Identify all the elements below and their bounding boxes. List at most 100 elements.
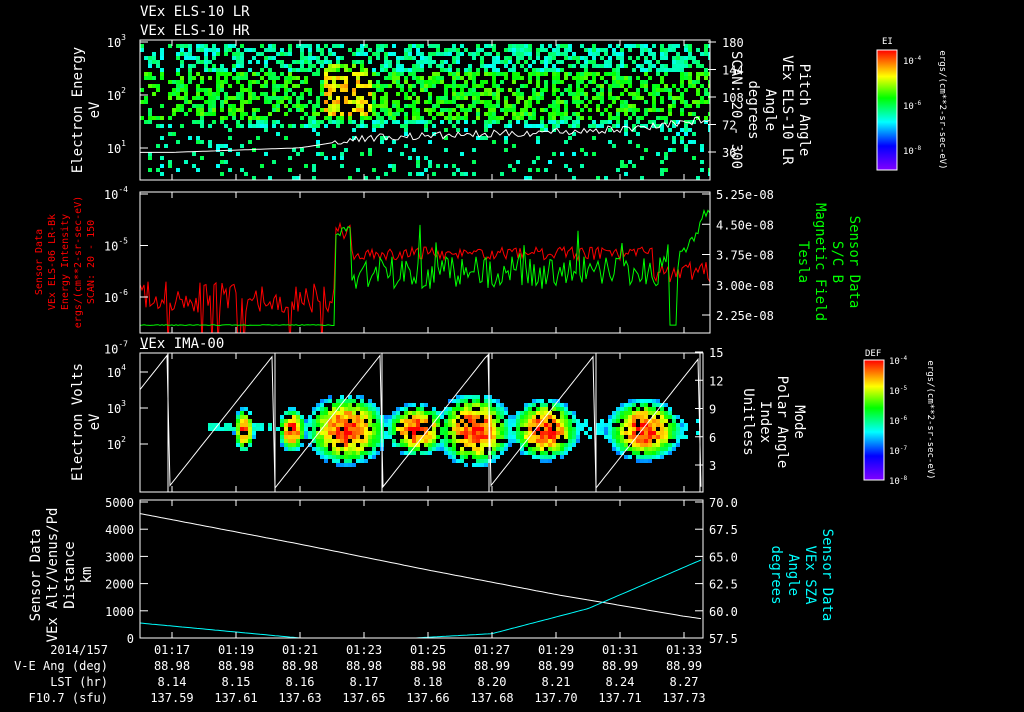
spectrogram-cell (224, 44, 228, 48)
spectrogram-cell (324, 459, 328, 463)
spectrogram-cell (356, 395, 360, 399)
spectrogram-cell (352, 423, 356, 427)
spectrogram-cell (168, 124, 172, 128)
spectrogram-cell (592, 48, 596, 52)
spectrogram-cell (632, 427, 636, 431)
spectrogram-cell (340, 447, 344, 451)
spectrogram-cell (656, 419, 660, 423)
spectrogram-cell (532, 116, 536, 120)
spectrogram-cell (352, 92, 356, 96)
spectrogram-cell (636, 108, 640, 112)
spectrogram-cell (552, 443, 556, 447)
spectrogram-cell (360, 423, 364, 427)
spectrogram-cell (300, 116, 304, 120)
spectrogram-cell (600, 112, 604, 116)
spectrogram-cell (352, 463, 356, 467)
spectrogram-cell (176, 72, 180, 76)
spectrogram-cell (444, 419, 448, 423)
spectrogram-cell (388, 423, 392, 427)
spectrogram-cell (384, 435, 388, 439)
spectrogram-cell (236, 423, 240, 427)
spectrogram-cell (348, 427, 352, 431)
spectrogram-cell (292, 415, 296, 419)
spectrogram-cell (532, 435, 536, 439)
spectrogram-cell (556, 423, 560, 427)
spectrogram-cell (368, 415, 372, 419)
spectrogram-cell (480, 431, 484, 435)
spectrogram-cell (320, 152, 324, 156)
spectrogram-cell (564, 443, 568, 447)
spectrogram-cell (696, 100, 700, 104)
colorbar-tick-label: 10-6 (903, 100, 921, 112)
spectrogram-cell (428, 96, 432, 100)
spectrogram-cell (520, 108, 524, 112)
y-tick-exponent: 4 (121, 363, 126, 372)
spectrogram-cell (368, 104, 372, 108)
right-tick-label: 15 (709, 346, 723, 360)
spectrogram-cell (316, 60, 320, 64)
spectrogram-cell (332, 80, 336, 84)
spectrogram-cell (324, 100, 328, 104)
spectrogram-cell (652, 108, 656, 112)
spectrogram-cell (224, 144, 228, 148)
spectrogram-cell (660, 411, 664, 415)
spectrogram-cell (328, 52, 332, 56)
spectrogram-cell (396, 443, 400, 447)
spectrogram-cell (680, 76, 684, 80)
spectrogram-cell (684, 427, 688, 431)
spectrogram-cell (672, 443, 676, 447)
spectrogram-cell (280, 435, 284, 439)
spectrogram-cell (584, 152, 588, 156)
spectrogram-cell (408, 156, 412, 160)
spectrogram-cell (296, 96, 300, 100)
spectrogram-cell (420, 172, 424, 176)
y-tick-exponent: 3 (121, 399, 126, 408)
spectrogram-cell (384, 415, 388, 419)
spectrogram-cell (492, 423, 496, 427)
spectrogram-cell (344, 80, 348, 84)
colorbar-tick-exponent: -5 (900, 385, 908, 392)
spectrogram-cell (152, 92, 156, 96)
spectrogram-cell (352, 447, 356, 451)
spectrogram-cell (400, 419, 404, 423)
spectrogram-cell (620, 80, 624, 84)
spectrogram-cell (496, 92, 500, 96)
spectrogram-cell (152, 116, 156, 120)
spectrogram-cell (404, 451, 408, 455)
spectrogram-cell (316, 72, 320, 76)
spectrogram-cell (556, 431, 560, 435)
spectrogram-cell (556, 419, 560, 423)
spectrogram-cell (480, 64, 484, 68)
spectrogram-cell (456, 407, 460, 411)
spectrogram-cell (236, 80, 240, 84)
spectrogram-cell (404, 403, 408, 407)
spectrogram-cell (396, 120, 400, 124)
spectrogram-cell (356, 451, 360, 455)
spectrogram-cell (652, 84, 656, 88)
spectrogram-cell (636, 96, 640, 100)
spectrogram-cell (704, 116, 708, 120)
spectrogram-cell (632, 44, 636, 48)
spectrogram-cell (448, 423, 452, 427)
spectrogram-cell (436, 164, 440, 168)
spectrogram-cell (672, 136, 676, 140)
spectrogram-cell (448, 112, 452, 116)
spectrogram-cell (528, 100, 532, 104)
spectrogram-cell (224, 48, 228, 52)
spectrogram-cell (660, 100, 664, 104)
axis-label-group: SCAN: 20 - 150 (86, 220, 97, 304)
spectrogram-cell (496, 72, 500, 76)
spectrogram-cell (344, 96, 348, 100)
spectrogram-cell (432, 116, 436, 120)
spectrogram-cell (584, 104, 588, 108)
spectrogram-cell (320, 451, 324, 455)
spectrogram-cell (572, 52, 576, 56)
spectrogram-cell (644, 443, 648, 447)
spectrogram-cell (552, 72, 556, 76)
spectrogram-cell (540, 60, 544, 64)
spectrogram-cell (168, 164, 172, 168)
spectrogram-cell (448, 415, 452, 419)
spectrogram-cell (416, 160, 420, 164)
spectrogram-cell (560, 60, 564, 64)
spectrogram-cell (572, 439, 576, 443)
